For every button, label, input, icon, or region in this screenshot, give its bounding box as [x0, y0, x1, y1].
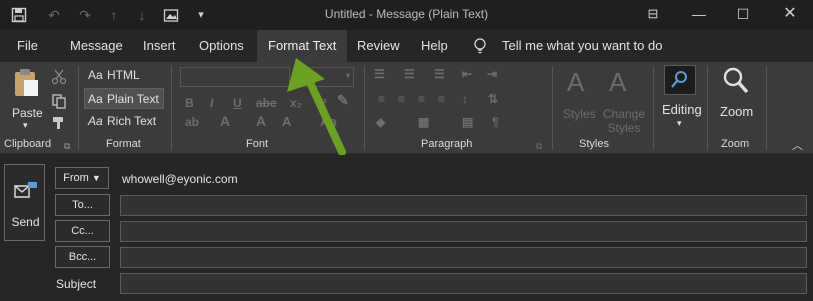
- cc-button[interactable]: Cc...: [55, 220, 110, 242]
- subject-field[interactable]: [120, 273, 807, 294]
- to-button[interactable]: To...: [55, 194, 110, 216]
- send-button[interactable]: Send: [4, 164, 45, 241]
- to-field[interactable]: [120, 195, 807, 216]
- cc-field[interactable]: [120, 221, 807, 242]
- bcc-button[interactable]: Bcc...: [55, 246, 110, 268]
- from-button[interactable]: From ▼: [55, 167, 109, 189]
- bcc-field[interactable]: [120, 247, 807, 268]
- compose-header: Send From ▼ whowell@eyonic.com To... Cc.…: [0, 155, 813, 301]
- from-label: From: [63, 172, 89, 184]
- from-value: whowell@eyonic.com: [122, 172, 238, 186]
- send-label: Send: [11, 215, 40, 229]
- send-envelope-icon: [13, 181, 39, 208]
- chevron-down-icon: ▼: [91, 173, 101, 183]
- subject-label: Subject: [56, 277, 97, 291]
